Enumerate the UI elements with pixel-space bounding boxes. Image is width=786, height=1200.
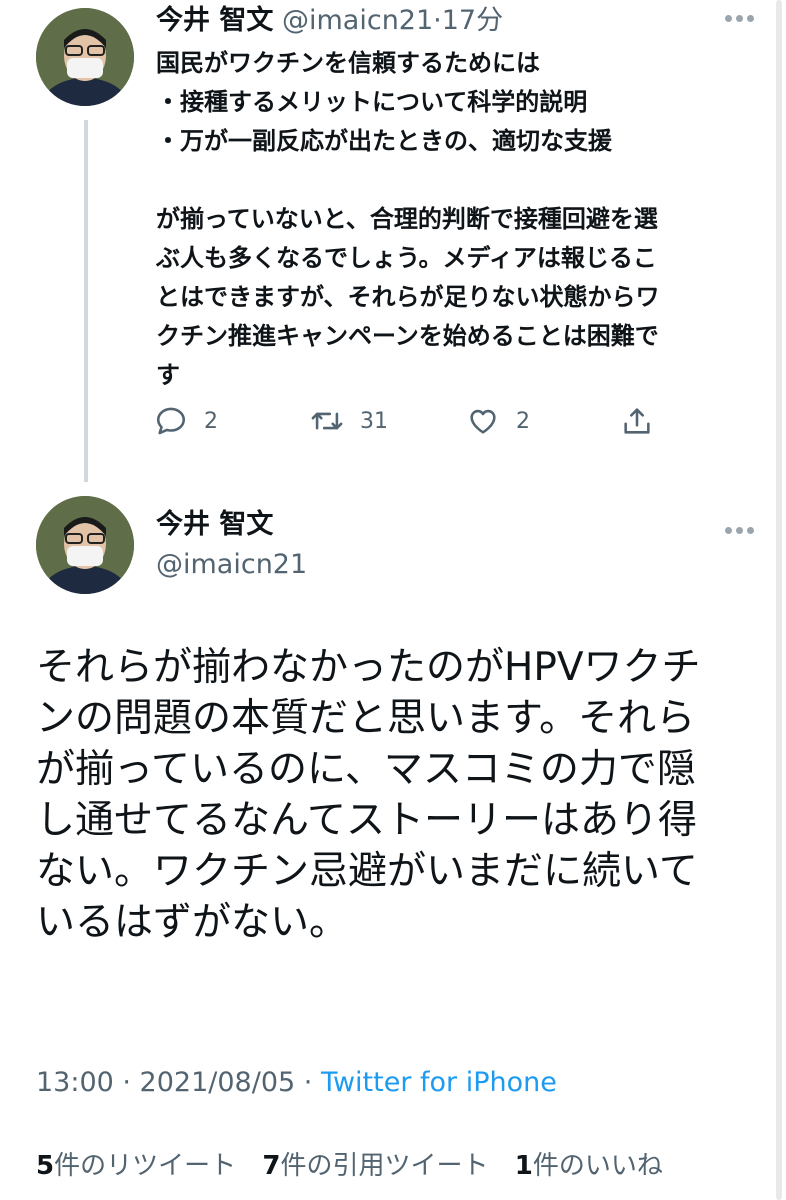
quotes-stat[interactable]: 7件の引用ツイート bbox=[262, 1151, 488, 1181]
tweet-line: とはできますが、それらが足りない状態からワ bbox=[156, 283, 660, 311]
share-icon bbox=[624, 408, 650, 434]
avatar-photo bbox=[36, 496, 134, 594]
scrollbar[interactable] bbox=[776, 0, 782, 1200]
tweet-time[interactable]: ·17分 bbox=[433, 5, 503, 36]
tweet-stats: 5件のリツイート 7件の引用ツイート 1件のいいね bbox=[36, 1148, 681, 1184]
more-icon[interactable] bbox=[722, 520, 756, 540]
tweet-line: ない。ワクチン忌避がいまだに続いて bbox=[36, 849, 698, 894]
quotes-label: 件の引用ツイート bbox=[280, 1151, 489, 1181]
like-button[interactable]: 2 bbox=[466, 404, 530, 438]
author-name[interactable]: 今井 智文 bbox=[156, 508, 273, 542]
author-handle[interactable]: @imaicn21 bbox=[156, 548, 307, 582]
tweet-line: いるはずがない。 bbox=[36, 900, 349, 945]
tweet-line: し通せてるなんてストーリーはあり得 bbox=[36, 798, 698, 843]
retweet-icon bbox=[311, 412, 343, 430]
retweets-label: 件のリツイート bbox=[54, 1151, 237, 1181]
quotes-num: 7 bbox=[262, 1151, 281, 1181]
likes-label: 件のいいね bbox=[532, 1151, 663, 1181]
thread-line bbox=[84, 120, 88, 482]
tweet-line: が揃っていないと、合理的判断で接種回避を選 bbox=[156, 205, 658, 233]
retweets-stat[interactable]: 5件のリツイート bbox=[36, 1151, 236, 1181]
avatar[interactable] bbox=[36, 496, 134, 594]
avatar[interactable] bbox=[36, 8, 134, 106]
tweet-line: クチン推進キャンペーンを始めることは困難で bbox=[156, 322, 659, 350]
tweet-line: 国民がワクチンを信頼するためには bbox=[156, 49, 540, 77]
tweet-timestamp[interactable]: 13:00 · 2021/08/05 · bbox=[36, 1067, 321, 1098]
retweet-count: 31 bbox=[360, 408, 388, 434]
avatar-photo bbox=[36, 8, 134, 106]
reply-count: 2 bbox=[204, 408, 218, 434]
tweet2-text: それらが揃わなかったのがHPVワクチ ンの問題の本質だと思います。それら が揃っ… bbox=[36, 642, 756, 948]
reply-button[interactable]: 2 bbox=[154, 404, 218, 438]
tweet-line: ・接種するメリットについて科学的説明 bbox=[156, 88, 588, 116]
share-button[interactable] bbox=[620, 404, 654, 438]
like-count: 2 bbox=[516, 408, 530, 434]
like-icon bbox=[470, 409, 496, 434]
tweet1-actions: 2 31 2 bbox=[154, 404, 654, 448]
likes-num: 1 bbox=[514, 1151, 533, 1181]
author-name[interactable]: 今井 智文 bbox=[156, 5, 273, 36]
tweet-source[interactable]: Twitter for iPhone bbox=[321, 1067, 557, 1098]
tweet-meta: 13:00 · 2021/08/05 · Twitter for iPhone bbox=[36, 1064, 557, 1102]
more-icon[interactable] bbox=[722, 8, 756, 28]
tweet-line bbox=[156, 161, 756, 200]
tweet-line: ぶ人も多くなるでしょう。メディアは報じるこ bbox=[156, 244, 657, 272]
tweet-line: す bbox=[156, 361, 180, 389]
reply-icon bbox=[156, 407, 186, 435]
retweet-button[interactable]: 31 bbox=[310, 404, 388, 438]
tweet-line: それらが揃わなかったのがHPVワクチ bbox=[36, 645, 701, 690]
likes-stat[interactable]: 1件のいいね bbox=[515, 1151, 663, 1181]
tweet-line: ンの問題の本質だと思います。それら bbox=[36, 696, 696, 741]
retweets-num: 5 bbox=[36, 1151, 55, 1181]
tweet-line: が揃っているのに、マスコミの力で隠 bbox=[36, 747, 696, 792]
tweet1-text: 国民がワクチンを信頼するためには ・接種するメリットについて科学的説明 ・万が一… bbox=[156, 44, 756, 395]
tweet-line: ・万が一副反応が出たときの、適切な支援 bbox=[156, 127, 612, 155]
author-handle[interactable]: @imaicn21 bbox=[282, 5, 433, 36]
tweet1-header: 今井 智文 @imaicn21·17分 bbox=[156, 4, 503, 38]
